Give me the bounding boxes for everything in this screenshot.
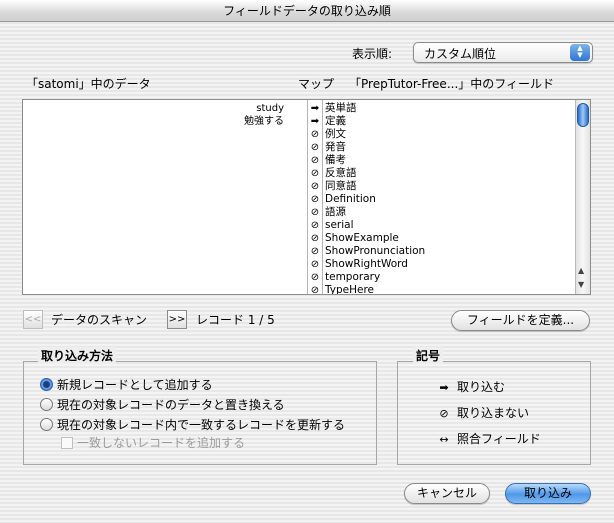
map-header: マップ	[298, 77, 335, 91]
import-button[interactable]: 取り込み	[505, 483, 591, 504]
legend-item: ↔ 照合フィールド	[435, 430, 541, 447]
scan-next-button[interactable]: >>	[167, 310, 187, 329]
legend-title: 記号	[413, 347, 444, 364]
list-item[interactable]: 勉強する ➡ 定義	[23, 115, 574, 128]
import-option-label: 現在の対象レコードのデータと置き換える	[57, 398, 285, 412]
legend-item: ⊘ 取り込まない	[435, 404, 529, 421]
no-import-icon[interactable]: ⊘	[309, 219, 321, 232]
import-option-radio[interactable]: 現在の対象レコード内で一致するレコードを更新する	[40, 416, 345, 433]
target-field: serial	[325, 219, 354, 231]
target-field: TypeHere	[325, 284, 375, 295]
list-item[interactable]: ⊘ 例文	[23, 128, 574, 141]
define-fields-button[interactable]: フィールドを定義...	[451, 310, 590, 331]
list-item[interactable]: ⊘ 発音	[23, 141, 574, 154]
list-item[interactable]: ⊘ 同意語	[23, 180, 574, 193]
no-import-icon[interactable]: ⊘	[309, 258, 321, 271]
target-field: 定義	[325, 115, 346, 127]
list-item[interactable]: ⊘ serial	[23, 219, 574, 232]
source-value: study	[256, 103, 284, 114]
legend-item: ➡ 取り込む	[435, 378, 505, 395]
target-field: 例文	[325, 128, 346, 140]
popup-arrows-icon: ▲ ▼	[570, 44, 590, 61]
target-field: ShowRightWord	[325, 258, 408, 270]
target-field: 発音	[325, 141, 346, 153]
source-value: 勉強する	[244, 116, 284, 127]
scroll-down-icon[interactable]: ▼	[578, 280, 584, 289]
import-arrow-icon[interactable]: ➡	[309, 102, 321, 115]
window-title: フィールドデータの取り込み順	[0, 0, 614, 22]
target-field: ShowExample	[325, 232, 399, 244]
no-import-icon[interactable]: ⊘	[309, 245, 321, 258]
target-header: 「PrepTutor-Free...」中のフィールド	[349, 77, 555, 91]
match-field-icon: ↔	[439, 433, 449, 446]
target-field: temporary	[325, 271, 381, 283]
list-item[interactable]: ⊘ TypeHere	[23, 284, 574, 295]
no-import-icon: ⊘	[439, 407, 449, 420]
import-option-label: 新規レコードとして追加する	[57, 378, 213, 392]
target-field: 備考	[325, 154, 346, 166]
import-option-radio[interactable]: 新規レコードとして追加する	[40, 376, 213, 393]
target-field: 反意語	[325, 167, 357, 179]
add-unmatched-label: 一致しないレコードを追加する	[77, 436, 246, 450]
list-item[interactable]: ⊘ ShowRightWord	[23, 258, 574, 271]
add-unmatched-checkbox[interactable]: 一致しないレコードを追加する	[61, 434, 245, 451]
scan-label: データのスキャン	[51, 313, 148, 327]
list-item[interactable]: ⊘ ShowExample	[23, 232, 574, 245]
list-item[interactable]: ⊘ Definition	[23, 193, 574, 206]
list-item[interactable]: ⊘ 語源	[23, 206, 574, 219]
no-import-icon[interactable]: ⊘	[309, 128, 321, 141]
list-item[interactable]: ⊘ 備考	[23, 154, 574, 167]
no-import-icon[interactable]: ⊘	[309, 193, 321, 206]
list-scrollbar[interactable]: ▲ ▼	[575, 100, 590, 294]
source-header: 「satomi」中のデータ	[26, 77, 151, 91]
import-option-radio[interactable]: 現在の対象レコードのデータと置き換える	[40, 396, 285, 413]
arrow-right-icon: ➡	[439, 381, 449, 394]
radio-icon	[40, 418, 53, 431]
scan-prev-button[interactable]: <<	[23, 310, 43, 329]
no-import-icon[interactable]: ⊘	[309, 232, 321, 245]
list-item[interactable]: ⊘ temporary	[23, 271, 574, 284]
import-option-label: 現在の対象レコード内で一致するレコードを更新する	[57, 418, 346, 432]
field-mapping-list[interactable]: study ➡ 英単語勉強する ➡ 定義 ⊘ 例文 ⊘ 発音 ⊘ 備考 ⊘ 反意語 ⊘ 同意語 ⊘ Defini…	[22, 99, 591, 295]
list-item[interactable]: ⊘ ShowPronunciation	[23, 245, 574, 258]
target-field: ShowPronunciation	[325, 245, 426, 257]
import-arrow-icon[interactable]: ➡	[309, 115, 321, 128]
no-import-icon[interactable]: ⊘	[309, 271, 321, 284]
no-import-icon[interactable]: ⊘	[309, 154, 321, 167]
legend-label: 取り込まない	[457, 406, 530, 420]
checkbox-icon	[61, 437, 73, 449]
scroll-thumb[interactable]	[577, 103, 589, 127]
target-field: 英単語	[325, 102, 357, 114]
no-import-icon[interactable]: ⊘	[309, 206, 321, 219]
cancel-button[interactable]: キャンセル	[404, 483, 490, 504]
no-import-icon[interactable]: ⊘	[309, 167, 321, 180]
no-import-icon[interactable]: ⊘	[309, 180, 321, 193]
legend-label: 取り込む	[457, 380, 506, 394]
no-import-icon[interactable]: ⊘	[309, 284, 321, 294]
radio-icon	[40, 378, 53, 391]
radio-icon	[40, 398, 53, 411]
target-field: Definition	[325, 193, 376, 205]
display-order-value: カスタム順位	[424, 47, 497, 61]
target-field: 同意語	[325, 180, 357, 192]
legend-label: 照合フィールド	[457, 432, 541, 446]
scroll-up-icon[interactable]: ▲	[578, 266, 584, 275]
display-order-select[interactable]: カスタム順位 ▲ ▼	[413, 42, 593, 63]
display-order-label: 表示順:	[352, 47, 393, 61]
target-field: 語源	[325, 206, 346, 218]
list-item[interactable]: ⊘ 反意語	[23, 167, 574, 180]
no-import-icon[interactable]: ⊘	[309, 141, 321, 154]
list-item[interactable]: study ➡ 英単語	[23, 102, 574, 115]
import-method-title: 取り込み方法	[38, 347, 117, 364]
record-status: レコード 1 / 5	[196, 313, 275, 327]
